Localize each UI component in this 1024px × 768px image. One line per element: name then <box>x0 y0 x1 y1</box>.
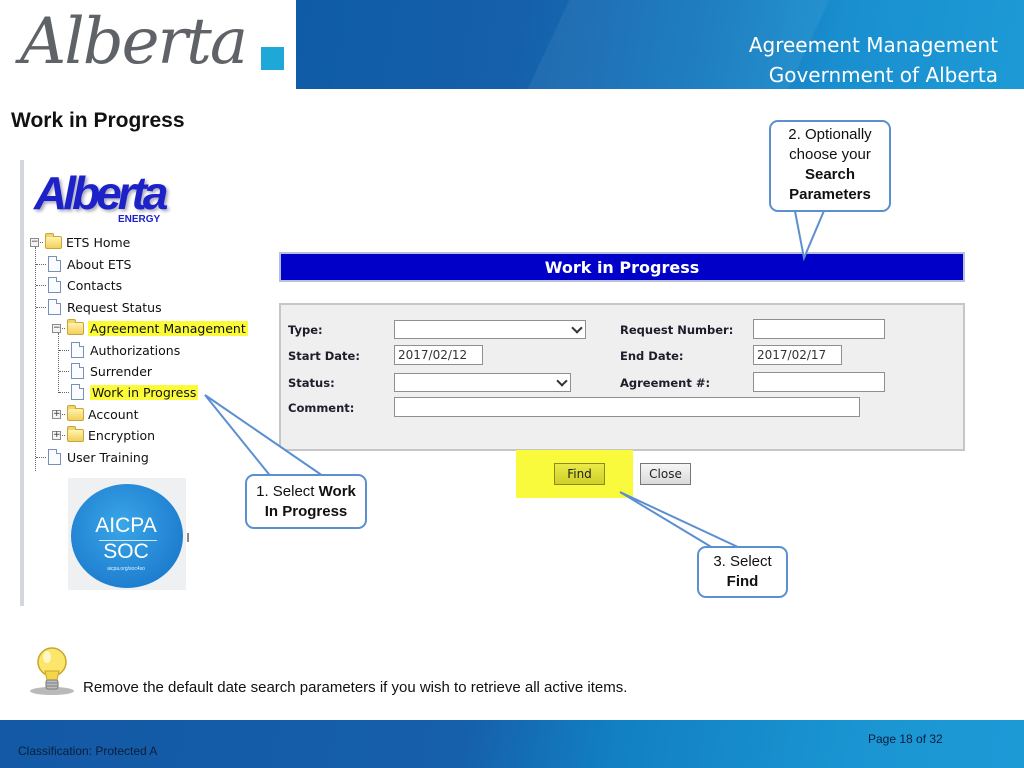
callout-2-bold-2: Parameters <box>789 186 871 203</box>
callout-2-line-1: 2. Optionally <box>788 126 872 143</box>
tree-item-label: Surrender <box>90 363 153 379</box>
status-select[interactable] <box>394 373 571 392</box>
badge-url-text: aicpa.org/soc4so <box>107 566 145 572</box>
tree-item-work-in-progress[interactable]: Work in Progress <box>59 382 199 402</box>
request-number-input[interactable] <box>753 319 885 339</box>
folder-icon <box>67 425 84 442</box>
tree-item-label: ETS Home <box>66 234 131 250</box>
page-icon <box>71 342 84 358</box>
find-button[interactable]: Find <box>554 463 605 485</box>
callout-3-pointer <box>619 491 741 549</box>
type-select[interactable] <box>394 320 586 339</box>
energy-logo-main: Alberta <box>34 167 168 219</box>
tip-text: Remove the default date search parameter… <box>83 679 628 696</box>
form-title: Work in Progress <box>544 257 700 277</box>
soc-badge-text: SOC <box>103 540 149 563</box>
tree-item-request-status[interactable]: Request Status <box>36 297 162 317</box>
callout-2-line-2: choose your <box>789 146 871 163</box>
tree-item-ets-home[interactable]: − ETS Home <box>30 232 130 252</box>
banner-line-1: Agreement Management <box>748 33 998 57</box>
tree-item-contacts[interactable]: Contacts <box>36 275 122 295</box>
page-icon <box>48 256 61 272</box>
alberta-energy-logo: Alberta ENERGY <box>34 167 168 228</box>
type-label: Type: <box>288 323 323 337</box>
tree-item-account[interactable]: + Account <box>52 404 138 424</box>
folder-icon <box>67 404 84 421</box>
page-icon <box>71 363 84 379</box>
tree-item-about-ets[interactable]: About ETS <box>36 254 131 274</box>
tree-item-label: Contacts <box>67 277 123 293</box>
tree-item-label: Agreement Management <box>88 320 248 336</box>
nav-frame-border <box>20 160 24 606</box>
tree-item-label: Authorizations <box>90 342 181 358</box>
chevron-down-icon <box>556 375 568 387</box>
tree-item-label: Request Status <box>67 299 162 315</box>
tree-item-user-training[interactable]: User Training <box>36 447 149 467</box>
tree-item-surrender[interactable]: Surrender <box>59 361 152 381</box>
comment-label: Comment: <box>288 401 355 415</box>
alberta-logo-square <box>261 47 284 70</box>
lightbulb-icon <box>30 647 74 695</box>
slide-header: Alberta Agreement Management Government … <box>0 0 1024 89</box>
tree-item-authorizations[interactable]: Authorizations <box>59 340 180 360</box>
tree-item-label: Encryption <box>88 427 156 443</box>
expand-icon[interactable]: + <box>52 409 61 419</box>
agreement-number-input[interactable] <box>753 372 885 392</box>
collapse-icon[interactable]: − <box>30 237 39 247</box>
page-icon <box>71 384 84 400</box>
page-icon <box>48 277 61 293</box>
page-number: Page 18 of 32 <box>868 732 943 746</box>
callout-1-bold-2: In Progress <box>264 503 348 520</box>
folder-icon <box>45 232 62 249</box>
request-number-label: Request Number: <box>620 323 734 337</box>
page-icon <box>48 449 61 465</box>
close-button[interactable]: Close <box>640 463 691 485</box>
collapse-icon[interactable]: − <box>52 323 61 333</box>
expand-icon[interactable]: + <box>52 430 61 440</box>
callout-step-2: 2. Optionally choose your Search Paramet… <box>769 120 891 212</box>
start-date-label: Start Date: <box>288 349 360 363</box>
tree-item-agreement-management[interactable]: − Agreement Management <box>52 318 248 338</box>
callout-1-prefix: 1. Select <box>256 483 319 500</box>
callout-3-bold: Find <box>726 573 759 590</box>
callout-2-bold-1: Search <box>804 166 856 183</box>
tree-item-label: Account <box>88 406 139 422</box>
header-banner: Agreement Management Government of Alber… <box>296 0 1024 89</box>
agreement-number-label: Agreement #: <box>620 376 711 390</box>
callout-3-line-1: 3. Select <box>713 553 772 570</box>
tree-item-label: Work in Progress <box>90 384 199 400</box>
start-date-input[interactable] <box>394 345 483 365</box>
energy-logo-sub: ENERGY <box>118 214 161 225</box>
end-date-input[interactable] <box>753 345 842 365</box>
page-icon <box>48 299 61 315</box>
tree-item-label: User Training <box>67 449 149 465</box>
status-label: Status: <box>288 376 335 390</box>
aicpa-badge-circle: AICPA SOC aicpa.org/soc4so <box>71 484 183 588</box>
alberta-logo-text: Alberta <box>20 5 248 79</box>
callout-2-pointer <box>792 205 828 262</box>
end-date-label: End Date: <box>620 349 684 363</box>
callout-step-3: 3. Select Find <box>697 546 788 598</box>
tree-item-label: About ETS <box>67 256 132 272</box>
alberta-logo: Alberta <box>0 0 296 89</box>
classification-label: Classification: Protected A <box>18 744 158 758</box>
aicpa-soc-badge: AICPA SOC aicpa.org/soc4so <box>68 478 186 590</box>
page-title: Work in Progress <box>11 109 185 132</box>
aicpa-badge-text: AICPA <box>95 514 157 537</box>
folder-icon <box>67 318 84 335</box>
tree-item-encryption[interactable]: + Encryption <box>52 425 155 445</box>
banner-title: Agreement Management Government of Alber… <box>749 30 998 89</box>
banner-line-2: Government of Alberta <box>768 63 998 87</box>
comment-input[interactable] <box>394 397 860 417</box>
form-title-bar: Work in Progress <box>279 252 965 282</box>
text-cursor-mark <box>187 533 189 542</box>
chevron-down-icon <box>571 322 583 334</box>
callout-1-bold: Work <box>318 483 356 500</box>
slide-footer: Classification: Protected A Page 18 of 3… <box>0 720 1024 768</box>
callout-step-1: 1. Select Work In Progress <box>245 474 367 529</box>
